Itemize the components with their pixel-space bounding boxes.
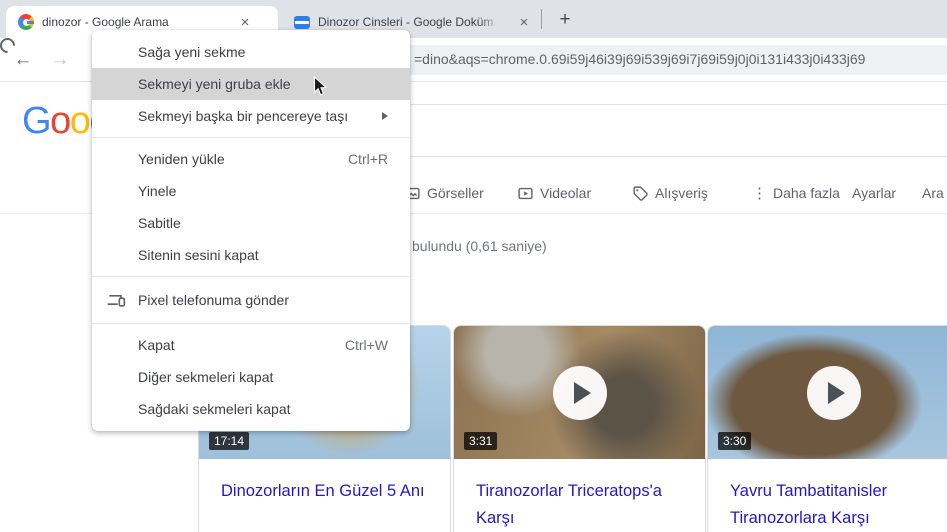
- tab-label: Alışveriş: [655, 185, 708, 201]
- logo-letter: o: [50, 100, 71, 142]
- menu-item-sitenin-sesini-kapat[interactable]: Sitenin sesini kapat: [92, 239, 410, 271]
- menu-separator: [92, 137, 410, 138]
- menu-separator: [92, 276, 410, 277]
- tab-label: Videolar: [540, 185, 592, 201]
- video-card: 3:30 Yavru Tambatitanisler Tiranozorlara…: [707, 325, 947, 532]
- menu-item-yinele[interactable]: Yinele: [92, 175, 410, 207]
- forward-icon[interactable]: →: [47, 47, 73, 73]
- google-docs-icon: [294, 15, 310, 29]
- logo-letter: o: [69, 100, 91, 142]
- browser-window: dinozor - Google Arama × Dinozor Cinsler…: [0, 0, 947, 532]
- menu-item-pixel-telefonuma-gonder[interactable]: Pixel telefonuma gönder: [92, 282, 410, 318]
- devices-icon: [107, 295, 126, 307]
- tab-videolar[interactable]: Videolar: [517, 178, 591, 208]
- menu-item-label: Pixel telefonuma gönder: [138, 292, 289, 308]
- url-text: =dino&aqs=chrome.0.69i59j46i39j69i539j69…: [414, 51, 866, 67]
- google-g-icon: [18, 14, 34, 30]
- tab-daha-fazla[interactable]: ⋮ Daha fazla: [752, 178, 840, 208]
- menu-separator: [92, 323, 410, 324]
- result-stats: bulundu (0,61 saniye): [412, 238, 547, 254]
- play-icon[interactable]: [552, 365, 607, 420]
- menu-item-label: Sağdaki sekmeleri kapat: [138, 401, 291, 417]
- tag-icon: [633, 185, 648, 201]
- duration-badge: 17:14: [209, 432, 250, 450]
- submenu-arrow-icon: [382, 112, 388, 120]
- tab-title: Dinozor Cinsleri - Google Doküm: [318, 15, 494, 29]
- back-icon[interactable]: ←: [10, 47, 36, 73]
- video-title-link[interactable]: Tiranozorlar Triceratops'a Karşı: [476, 478, 685, 532]
- menu-item-saga-yeni-sekme[interactable]: Sağa yeni sekme: [92, 36, 410, 68]
- menu-item-yeniden-yukle[interactable]: Yeniden yükle Ctrl+R: [92, 143, 410, 175]
- video-icon: [518, 187, 533, 199]
- menu-item-label: Yinele: [138, 183, 177, 199]
- menu-item-label: Yeniden yükle: [138, 151, 225, 167]
- tab-label: Görseller: [427, 185, 484, 201]
- menu-item-sagdaki-sekmeleri-kapat[interactable]: Sağdaki sekmeleri kapat: [92, 393, 410, 425]
- close-icon[interactable]: ×: [236, 13, 254, 31]
- tab-araclar[interactable]: Ara: [922, 178, 944, 208]
- menu-item-kapat[interactable]: Kapat Ctrl+W: [92, 329, 410, 361]
- tab-label: Ayarlar: [852, 185, 897, 201]
- menu-shortcut: Ctrl+W: [344, 337, 388, 353]
- menu-item-sabitle[interactable]: Sabitle: [92, 207, 410, 239]
- tab-title: dinozor - Google Arama: [42, 15, 169, 29]
- tab-label: Daha fazla: [773, 185, 840, 201]
- menu-item-label: Sağa yeni sekme: [138, 44, 246, 60]
- menu-shortcut: Ctrl+R: [347, 151, 388, 167]
- tab-context-menu: Sağa yeni sekme Sekmeyi yeni gruba ekle …: [92, 30, 410, 431]
- menu-item-diger-sekmeleri-kapat[interactable]: Diğer sekmeleri kapat: [92, 361, 410, 393]
- video-thumbnail[interactable]: 3:30: [708, 326, 947, 459]
- play-icon[interactable]: [806, 365, 861, 420]
- more-dots-icon: ⋮: [752, 185, 767, 202]
- tab-label: Ara: [922, 185, 944, 201]
- tab-alisveris[interactable]: Alışveriş: [632, 178, 708, 208]
- menu-item-label: Sitenin sesini kapat: [138, 247, 259, 263]
- duration-badge: 3:30: [718, 432, 752, 450]
- new-tab-button[interactable]: +: [552, 7, 578, 33]
- tab-gorseller[interactable]: Görseller: [404, 178, 484, 208]
- menu-item-label: Kapat: [138, 337, 175, 353]
- menu-item-label: Sekmeyi yeni gruba ekle: [138, 76, 291, 92]
- video-title-link[interactable]: Yavru Tambatitanisler Tiranozorlara Karş…: [730, 478, 939, 532]
- logo-letter: G: [22, 100, 52, 142]
- video-title-link[interactable]: Dinozorların En Güzel 5 Anı: [221, 478, 430, 505]
- menu-item-label: Sabitle: [138, 215, 181, 231]
- close-icon[interactable]: ×: [515, 13, 533, 31]
- video-card: 3:31 Tiranozorlar Triceratops'a Karşı: [453, 325, 706, 532]
- tab-ayarlar[interactable]: Ayarlar: [852, 178, 896, 208]
- tab-divider: [541, 9, 542, 29]
- duration-badge: 3:31: [464, 432, 498, 450]
- menu-item-sekmeyi-yeni-gruba-ekle[interactable]: Sekmeyi yeni gruba ekle: [92, 68, 410, 100]
- menu-item-sekmeyi-baska-pencereye-tasi[interactable]: Sekmeyi başka bir pencereye taşı: [92, 100, 410, 132]
- menu-item-label: Sekmeyi başka bir pencereye taşı: [138, 108, 349, 124]
- menu-item-label: Diğer sekmeleri kapat: [138, 369, 274, 385]
- video-thumbnail[interactable]: 3:31: [454, 326, 705, 459]
